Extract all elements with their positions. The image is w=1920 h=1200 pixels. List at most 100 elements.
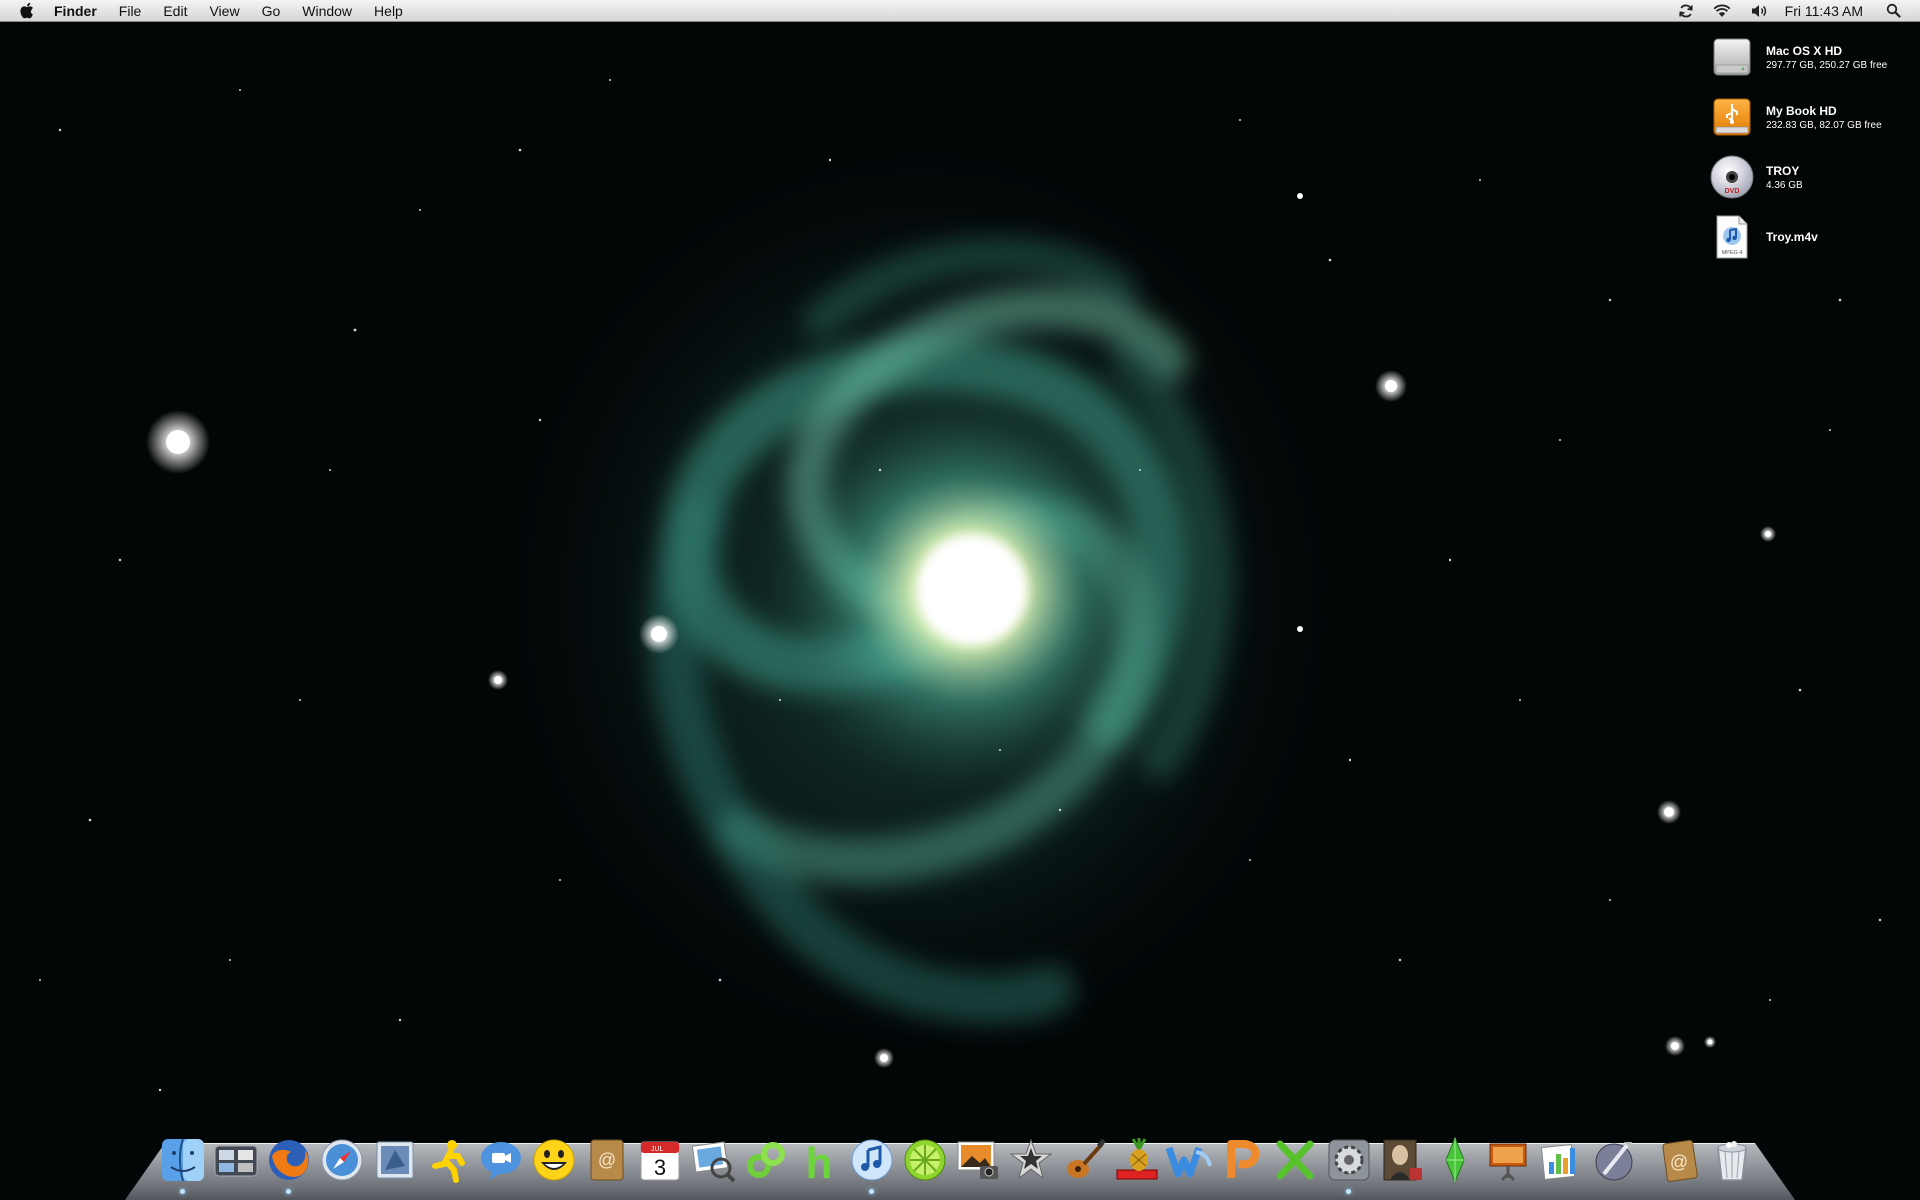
dock-finder[interactable] bbox=[156, 1130, 209, 1194]
iphoto-icon bbox=[957, 1141, 998, 1179]
preview-icon bbox=[691, 1141, 735, 1183]
svg-text:DVD: DVD bbox=[1725, 188, 1740, 195]
yahoo-messenger-icon bbox=[533, 1139, 574, 1181]
desktop-item-troy-m4v[interactable]: MPEG 4 Troy.m4v bbox=[1708, 211, 1916, 263]
dock-numbers[interactable] bbox=[1534, 1130, 1587, 1190]
desktop-item-name: My Book HD bbox=[1766, 103, 1837, 118]
desktop-item-info: 4.36 GB bbox=[1766, 179, 1803, 191]
menu-edit[interactable]: Edit bbox=[152, 0, 198, 22]
menu-go[interactable]: Go bbox=[251, 0, 292, 22]
dock-script-editor[interactable] bbox=[1587, 1130, 1640, 1190]
running-indicator bbox=[1346, 1189, 1351, 1194]
dock: @ JUL 3 h @ bbox=[156, 1130, 1758, 1194]
dock-imovie[interactable] bbox=[1004, 1130, 1057, 1190]
mail-icon bbox=[376, 1141, 413, 1179]
dock-mail[interactable] bbox=[368, 1130, 421, 1190]
itunes-icon bbox=[851, 1139, 892, 1181]
dvd-icon: DVD bbox=[1708, 153, 1756, 201]
desktop-item-name: Mac OS X HD bbox=[1766, 43, 1843, 58]
mpeg4-file-icon: MPEG 4 bbox=[1708, 213, 1756, 261]
dock-itunes[interactable] bbox=[845, 1130, 898, 1194]
dock-calendar-special[interactable] bbox=[1110, 1130, 1163, 1190]
system-preferences-icon bbox=[1328, 1139, 1369, 1181]
menu-bar: Finder File Edit View Go Window Help Fri… bbox=[0, 0, 1920, 22]
spotlight-icon[interactable] bbox=[1877, 0, 1910, 22]
dock-dashboard[interactable] bbox=[209, 1130, 262, 1190]
svg-text:@: @ bbox=[597, 1150, 615, 1170]
trash-icon bbox=[1716, 1141, 1747, 1181]
desktop-item-name: TROY bbox=[1766, 163, 1800, 178]
dock-keynote[interactable] bbox=[1481, 1130, 1534, 1190]
dock-address-book[interactable]: @ bbox=[580, 1130, 633, 1190]
dock-preview[interactable] bbox=[686, 1130, 739, 1190]
desktop-item-info: 297.77 GB, 250.27 GB free bbox=[1766, 59, 1888, 71]
svg-text:@: @ bbox=[1669, 1152, 1687, 1172]
address-book-icon: @ bbox=[590, 1139, 623, 1181]
safari-icon bbox=[321, 1139, 362, 1181]
ical-month: JUL bbox=[651, 1146, 664, 1153]
dock-link-app[interactable] bbox=[739, 1130, 792, 1190]
excel-icon bbox=[1276, 1140, 1313, 1180]
imovie-icon bbox=[1009, 1138, 1052, 1180]
dock-firefox[interactable] bbox=[262, 1130, 315, 1194]
desktop-item-name: Troy.m4v bbox=[1766, 230, 1818, 244]
pineapple-icon bbox=[1116, 1138, 1157, 1180]
dock-h-app[interactable]: h bbox=[792, 1130, 845, 1190]
usb-drive-icon bbox=[1708, 93, 1756, 141]
firefox-icon bbox=[268, 1140, 309, 1180]
menu-bar-clock[interactable]: Fri 11:43 AM bbox=[1777, 0, 1877, 22]
script-editor-icon bbox=[1595, 1142, 1632, 1181]
dashboard-icon bbox=[214, 1145, 257, 1177]
dock-garageband[interactable] bbox=[1057, 1130, 1110, 1190]
desktop-wallpaper bbox=[0, 0, 1920, 1200]
desktop-item-info: 232.83 GB, 82.07 GB free bbox=[1766, 119, 1882, 131]
dock-system-preferences[interactable] bbox=[1322, 1130, 1375, 1194]
dock-safari[interactable] bbox=[315, 1130, 368, 1190]
running-indicator bbox=[869, 1189, 874, 1194]
downloads-stack-icon: @ bbox=[1661, 1139, 1698, 1182]
ical-icon: JUL 3 bbox=[640, 1141, 679, 1181]
dock-iphoto[interactable] bbox=[951, 1130, 1004, 1190]
powerpoint-icon bbox=[1226, 1140, 1259, 1178]
dock-yahoo-messenger[interactable] bbox=[527, 1130, 580, 1190]
dock-downloads-stack[interactable]: @ bbox=[1652, 1130, 1705, 1190]
mpeg4-badge: MPEG 4 bbox=[1722, 250, 1743, 256]
h-app-icon: h bbox=[805, 1139, 832, 1184]
dock-powerpoint[interactable] bbox=[1216, 1130, 1269, 1190]
menu-view[interactable]: View bbox=[198, 0, 250, 22]
dock-trash[interactable] bbox=[1705, 1130, 1758, 1190]
link-app-icon bbox=[746, 1142, 785, 1178]
numbers-icon bbox=[1540, 1143, 1575, 1181]
finder-icon bbox=[161, 1138, 204, 1182]
app-menu-finder[interactable]: Finder bbox=[52, 0, 108, 22]
dock-ical[interactable]: JUL 3 bbox=[633, 1130, 686, 1190]
ical-date: 3 bbox=[653, 1155, 665, 1180]
wifi-icon[interactable] bbox=[1703, 0, 1741, 22]
dock-aim[interactable] bbox=[421, 1130, 474, 1190]
portrait-app-icon bbox=[1383, 1139, 1422, 1181]
limewire-icon bbox=[904, 1139, 945, 1181]
sims-plumbob-icon bbox=[1444, 1136, 1465, 1184]
dock-separator bbox=[1640, 1130, 1652, 1190]
keynote-icon bbox=[1489, 1143, 1526, 1182]
running-indicator bbox=[180, 1189, 185, 1194]
dock-ichat[interactable] bbox=[474, 1130, 527, 1190]
apple-menu-icon[interactable] bbox=[0, 0, 52, 22]
sync-icon[interactable] bbox=[1669, 0, 1703, 22]
desktop-item-mac-os-x-hd[interactable]: Mac OS X HD 297.77 GB, 250.27 GB free bbox=[1708, 31, 1916, 83]
desktop-item-troy-dvd[interactable]: DVD TROY 4.36 GB bbox=[1708, 151, 1916, 203]
dock-word[interactable] bbox=[1163, 1130, 1216, 1190]
hard-drive-icon bbox=[1708, 33, 1756, 81]
menu-file[interactable]: File bbox=[108, 0, 153, 22]
dock-excel[interactable] bbox=[1269, 1130, 1322, 1190]
dock-the-sims[interactable] bbox=[1428, 1130, 1481, 1190]
menu-help[interactable]: Help bbox=[363, 0, 414, 22]
dock-portrait-app[interactable] bbox=[1375, 1130, 1428, 1190]
dock-limewire[interactable] bbox=[898, 1130, 951, 1190]
word-icon bbox=[1165, 1146, 1212, 1178]
desktop-item-my-book-hd[interactable]: My Book HD 232.83 GB, 82.07 GB free bbox=[1708, 91, 1916, 143]
ichat-icon bbox=[480, 1142, 521, 1180]
svg-text:h: h bbox=[805, 1139, 832, 1184]
volume-icon[interactable] bbox=[1741, 0, 1777, 22]
menu-window[interactable]: Window bbox=[291, 0, 363, 22]
